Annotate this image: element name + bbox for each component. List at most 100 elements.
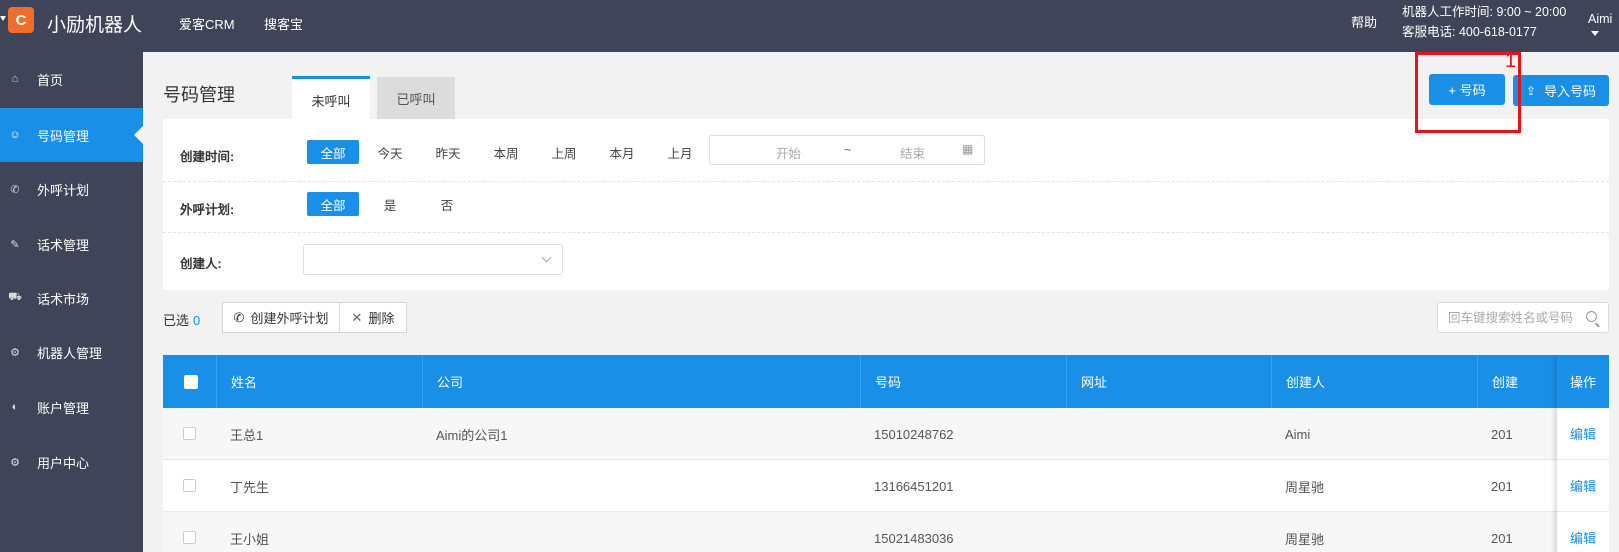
- create-call-plan-button[interactable]: ✆ 创建外呼计划: [222, 302, 340, 333]
- user-name: Aimi: [1588, 12, 1613, 26]
- robot-icon: ⚙: [10, 346, 20, 359]
- time-filter-all[interactable]: 全部: [307, 140, 359, 164]
- page-title: 号码管理: [163, 85, 235, 105]
- sidebar-item-label: 外呼计划: [37, 182, 90, 198]
- cell-website: [1066, 460, 1080, 512]
- chevron-down-icon: [1591, 31, 1599, 37]
- table-header: 姓名 公司 号码 网址 创建人 创建: [163, 355, 1609, 408]
- sidebar-item-script-management[interactable]: ✎ 话术管理: [0, 217, 143, 271]
- calendar-icon[interactable]: ▦: [962, 142, 973, 156]
- tab-not-called[interactable]: 未呼叫: [292, 76, 370, 122]
- annotation-number: 1: [1505, 50, 1517, 72]
- user-icon: ☺: [9, 129, 21, 141]
- column-created: 创建: [1477, 355, 1557, 408]
- sidebar-item-number-management[interactable]: ☺ 号码管理: [0, 108, 143, 162]
- edit-icon: ✎: [10, 238, 20, 251]
- cell-phone: 15010248762: [874, 426, 954, 442]
- contacts-table: 姓名 公司 号码 网址 创建人 创建 王总1 Aimi的公司1 15010248…: [163, 355, 1609, 552]
- call-plan-label: 外呼计划:: [180, 203, 235, 217]
- sidebar: ⌂ 首页 ☺ 号码管理 ✆ 外呼计划 ✎ 话术管理 ⛟ 话术市场 ⚙ 机器人管理 ◐ 账户管理…: [0, 52, 143, 552]
- service-phone: 客服电话: 400-618-0177: [1402, 25, 1537, 39]
- import-number-label: 导入号码: [1544, 84, 1597, 99]
- cell-phone: 13166451201: [874, 478, 954, 494]
- filter-divider: [163, 232, 1609, 233]
- phone-icon: ✆: [10, 183, 20, 196]
- phone-icon: ✆: [233, 309, 245, 325]
- search-box: [1437, 302, 1609, 333]
- cell-creator: 周星驰: [1285, 479, 1325, 495]
- time-filter-last-week[interactable]: 上周: [542, 140, 586, 164]
- sidebar-item-label: 首页: [37, 72, 64, 88]
- sidebar-item-call-plan[interactable]: ✆ 外呼计划: [0, 162, 143, 216]
- row-checkbox[interactable]: [183, 427, 196, 440]
- user-menu[interactable]: Aimi: [1588, 12, 1619, 40]
- selected-count: 0: [193, 313, 201, 328]
- cell-created: 201: [1491, 530, 1513, 546]
- column-name: 姓名: [216, 355, 422, 408]
- nav-crm[interactable]: 爱客CRM: [179, 14, 235, 33]
- sidebar-item-label: 账户管理: [37, 400, 90, 416]
- operations-column: 操作 编辑 编辑 编辑: [1557, 355, 1609, 552]
- app-name: 小励机器人: [47, 15, 143, 36]
- cell-creator: Aimi: [1285, 426, 1311, 442]
- work-info: 机器人工作时间: 9:00 ~ 20:00 客服电话: 400-618-0177: [1402, 2, 1566, 42]
- cell-creator: 周星驰: [1285, 531, 1325, 547]
- creator-label: 创建人:: [180, 257, 222, 271]
- sidebar-item-account-management[interactable]: ◐ 账户管理: [0, 380, 143, 434]
- sidebar-item-label: 用户中心: [37, 455, 90, 471]
- table-row[interactable]: 丁先生 13166451201 周星驰 201: [163, 460, 1609, 512]
- nav-soukebao[interactable]: 搜客宝: [264, 14, 303, 33]
- plan-filter-all[interactable]: 全部: [307, 192, 359, 216]
- time-filter-last-month[interactable]: 上月: [658, 140, 702, 164]
- date-range-picker[interactable]: 开始 ~ 结束 ▦: [709, 135, 985, 165]
- column-operations: 操作: [1557, 355, 1609, 408]
- top-bar: C 小励机器人 爱客CRM 搜客宝 帮助 机器人工作时间: 9:00 ~ 20:…: [0, 0, 1619, 52]
- help-link[interactable]: 帮助: [1351, 12, 1377, 31]
- row-checkbox[interactable]: [183, 479, 196, 492]
- edit-link[interactable]: 编辑: [1557, 408, 1609, 460]
- sidebar-item-label: 话术管理: [37, 237, 90, 253]
- import-number-button[interactable]: ⇪ 导入号码: [1513, 75, 1609, 106]
- table-row[interactable]: 王小姐 15021483036 周星驰 201: [163, 512, 1609, 552]
- date-start[interactable]: 开始: [776, 143, 801, 162]
- date-end[interactable]: 结束: [900, 143, 925, 162]
- filter-panel: 创建时间: 全部 今天 昨天 本周 上周 本月 上月 开始 ~ 结束 ▦ 外呼计…: [163, 119, 1609, 290]
- chevron-down-icon: [541, 252, 552, 263]
- cell-created: 201: [1491, 478, 1513, 494]
- filter-divider: [163, 181, 1609, 182]
- sidebar-item-label: 话术市场: [37, 291, 90, 307]
- edit-link[interactable]: 编辑: [1557, 512, 1609, 552]
- sidebar-item-label: 号码管理: [37, 128, 90, 144]
- settings-icon: ⚙: [10, 456, 20, 469]
- select-all-checkbox[interactable]: [184, 375, 198, 389]
- sidebar-item-robot-management[interactable]: ⚙ 机器人管理: [0, 325, 143, 379]
- work-time: 机器人工作时间: 9:00 ~ 20:00: [1402, 5, 1567, 19]
- table-row[interactable]: 王总1 Aimi的公司1 15010248762 Aimi 201: [163, 408, 1609, 460]
- time-filter-this-week[interactable]: 本周: [484, 140, 528, 164]
- column-phone: 号码: [860, 355, 1066, 408]
- close-icon: ✕: [351, 309, 363, 325]
- creator-select[interactable]: [303, 244, 563, 275]
- tab-called[interactable]: 已呼叫: [377, 77, 455, 120]
- time-filter-today[interactable]: 今天: [368, 140, 412, 164]
- column-website: 网址: [1066, 355, 1271, 408]
- selected-count-label: 已选 0: [163, 310, 200, 329]
- delete-button[interactable]: ✕ 删除: [339, 302, 407, 333]
- sidebar-item-label: 机器人管理: [37, 345, 103, 361]
- search-icon[interactable]: [1586, 311, 1597, 322]
- sidebar-item-home[interactable]: ⌂ 首页: [0, 52, 143, 106]
- search-input[interactable]: [1438, 303, 1583, 332]
- date-separator: ~: [844, 143, 852, 157]
- cell-company: [422, 512, 436, 552]
- edit-link[interactable]: 编辑: [1557, 460, 1609, 512]
- created-time-label: 创建时间:: [180, 150, 235, 164]
- menu-caret-icon[interactable]: [0, 16, 6, 25]
- sidebar-item-script-market[interactable]: ⛟ 话术市场: [0, 271, 143, 325]
- time-filter-this-month[interactable]: 本月: [600, 140, 644, 164]
- sidebar-item-user-center[interactable]: ⚙ 用户中心: [0, 435, 143, 489]
- cell-name: 丁先生: [230, 479, 270, 495]
- time-filter-yesterday[interactable]: 昨天: [426, 140, 470, 164]
- plan-filter-no[interactable]: 否: [425, 192, 469, 216]
- row-checkbox[interactable]: [183, 531, 196, 544]
- plan-filter-yes[interactable]: 是: [368, 192, 412, 216]
